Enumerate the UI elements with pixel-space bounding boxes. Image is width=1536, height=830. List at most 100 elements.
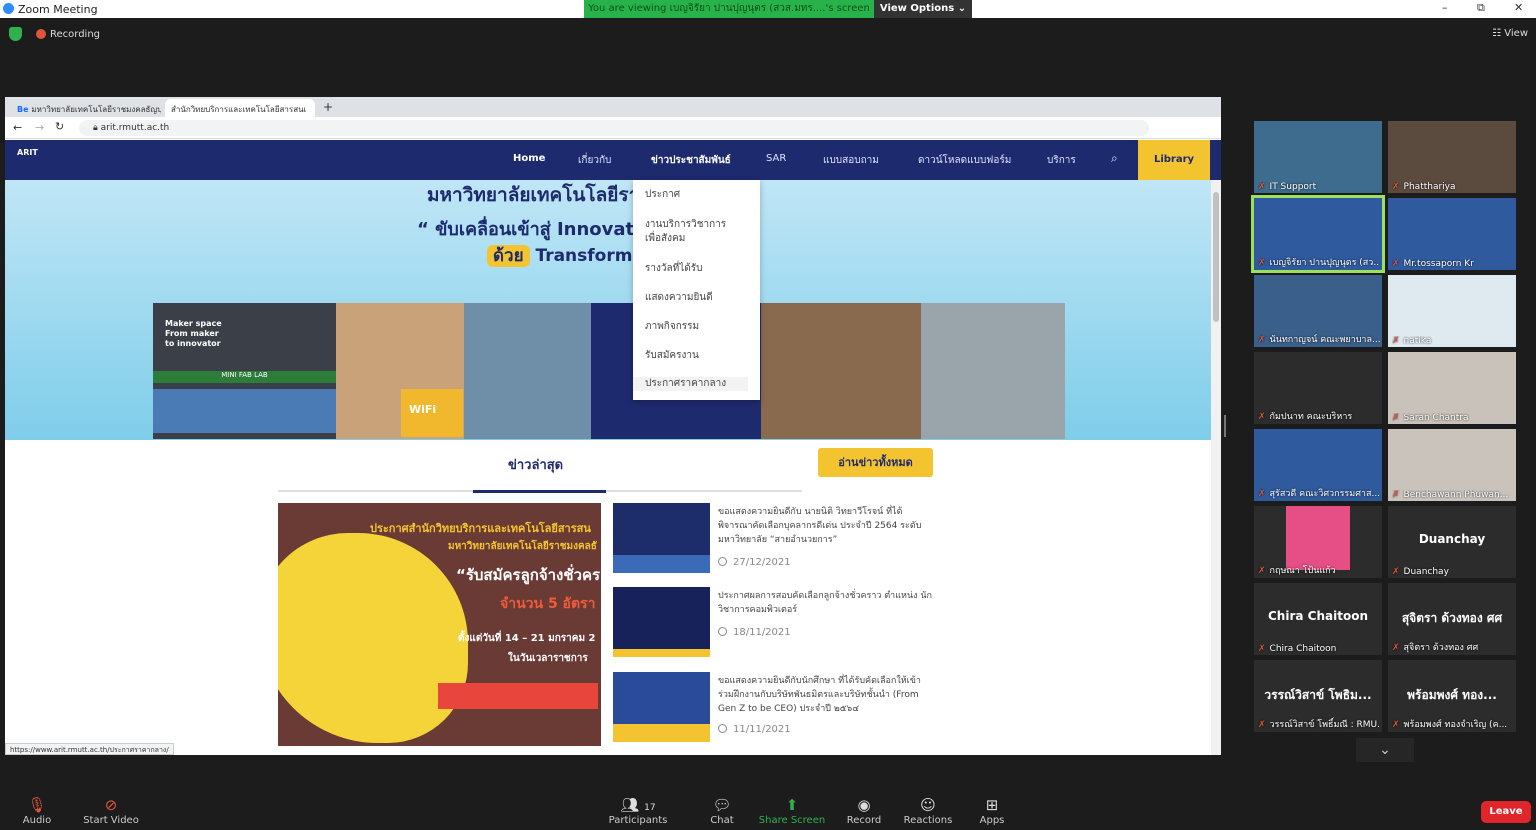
minimize-button[interactable]: – — [1442, 1, 1448, 14]
nav-survey[interactable]: แบบสอบถาม — [823, 153, 879, 168]
nav-services[interactable]: บริการ — [1047, 153, 1076, 168]
dropdown-item-median-price[interactable]: ประกาศราคากลาง — [633, 377, 748, 391]
apps-button[interactable]: ⊞ Apps — [957, 795, 1027, 826]
reactions-button[interactable]: ☺ Reactions — [893, 795, 963, 826]
viewing-banner: You are viewing เบญจิรัยา ปานปุญนุตร (สว… — [584, 0, 874, 18]
page-scrollbar[interactable] — [1211, 180, 1221, 755]
browser-tab[interactable]: Be มหาวิทยาลัยเทคโนโลยีราชมงคลธัญบุรี — [11, 99, 161, 117]
participant-display-name: Chira Chaitoon — [1268, 609, 1368, 623]
security-shield-icon[interactable] — [9, 27, 22, 41]
poster-line-4: จำนวน 5 อัตรา — [500, 596, 596, 612]
browser-tab-active[interactable]: สำนักวิทยบริการและเทคโนโลยีสารสนเ — [165, 99, 315, 117]
mic-muted-icon: ✗ — [1258, 566, 1266, 576]
news-poster-image[interactable]: ประกาศสำนักวิทยบริการและเทคโนโลยีสารสน ม… — [278, 503, 601, 746]
mic-muted-icon: ✗ — [1392, 259, 1400, 269]
forward-icon[interactable]: → — [35, 121, 44, 134]
recording-label: Recording — [50, 29, 101, 40]
news-item[interactable]: ขอแสดงความยินดีกับ นายนิติ วิทยาวีโรจน์ … — [613, 503, 933, 575]
nav-home[interactable]: Home — [513, 153, 545, 164]
news-thumbnail[interactable] — [613, 672, 710, 742]
news-item[interactable]: ประกาศผลการสอบคัดเลือกลูกจ้างชั่วคราว ตำ… — [613, 587, 933, 659]
news-thumbnail[interactable] — [613, 587, 710, 657]
leave-button[interactable]: Leave — [1481, 801, 1531, 823]
facility-collage: Maker space From maker to innovator MINI… — [153, 303, 1065, 439]
mic-muted-icon: ✗ — [1392, 567, 1400, 577]
nav-news[interactable]: ข่าวประชาสัมพันธ์ — [651, 153, 731, 168]
participant-name-label: ✗ Saran Chantra — [1392, 413, 1469, 423]
participant-tile[interactable]: ✗ นันทกาญจน์ คณะพยาบาล... — [1254, 275, 1382, 347]
close-button[interactable]: ✕ — [1514, 1, 1523, 14]
clock-icon — [718, 724, 727, 733]
nav-download-forms[interactable]: ดาวน์โหลดแบบฟอร์ม — [918, 153, 1011, 168]
participant-tile[interactable]: ✗ Benchawann Phuwan... — [1388, 429, 1516, 501]
participant-tile[interactable]: ✗ IT Support — [1254, 121, 1382, 193]
participants-icon: 👥︎ 17 — [620, 796, 656, 814]
participant-name-label: ✗ natika — [1392, 336, 1432, 346]
participant-tile[interactable]: วรรณ์วิสาข์ โพธิม... ✗ วรรณ์วิสาข์ โพธิ์มณ… — [1254, 660, 1382, 732]
site-logo[interactable]: ARIT — [17, 148, 41, 170]
chat-button[interactable]: 💬︎ Chat — [687, 795, 757, 826]
participant-tile[interactable]: ✗ กฤษณา โป้นแก้ว — [1254, 506, 1382, 578]
apps-icon: ⊞ — [985, 796, 999, 814]
view-options-button[interactable]: View Options ⌄ — [874, 0, 972, 18]
search-icon[interactable]: ⌕ — [1111, 151, 1118, 166]
participant-tile[interactable]: ✗ Mr.tossaporn Kr — [1388, 198, 1516, 270]
news-date: 27/12/2021 — [718, 557, 791, 568]
mic-muted-icon: ✗ — [1258, 644, 1266, 654]
record-dot-icon — [36, 29, 46, 39]
hero-line-1: มหาวิทยาลัยเทคโนโลยีรา — [427, 184, 640, 206]
share-screen-button[interactable]: ⬆︎ Share Screen — [757, 795, 827, 826]
chevron-down-icon[interactable]: ⌄ — [1356, 738, 1414, 762]
browser-tab-strip: Be มหาวิทยาลัยเทคโนโลยีราชมงคลธัญบุรี สำ… — [5, 97, 1221, 117]
dropdown-item-congratulations[interactable]: แสดงความยินดี — [645, 291, 713, 305]
news-title[interactable]: ขอแสดงความยินดีกับ นายนิติ วิทยาวีโรจน์ … — [718, 505, 933, 547]
mic-muted-icon: ✗ — [1258, 720, 1266, 730]
mic-muted-icon: ✗ — [1392, 643, 1400, 653]
dropdown-item-activities[interactable]: ภาพกิจกรรม — [645, 320, 699, 334]
participant-tile[interactable]: สุจิตรา ด้วงทอง ศศ ✗ สุจิตรา ด้วงทอง ศศ — [1388, 583, 1516, 655]
record-button[interactable]: ◉ Record — [829, 795, 899, 826]
window-title: Zoom Meeting — [18, 3, 98, 16]
dropdown-item-social-service[interactable]: งานบริการวิชาการ เพื่อสังคม — [645, 218, 726, 246]
participant-tile[interactable]: ✗ เบญจิรัยา ปานปุญนุตร (สว... — [1251, 195, 1385, 273]
participant-tile[interactable]: Chira Chaitoon ✗ Chira Chaitoon — [1254, 583, 1382, 655]
participant-name-label: ✗ สุจิตรา ด้วงทอง ศศ — [1392, 643, 1479, 653]
maximize-button[interactable]: ⧉ — [1477, 1, 1485, 15]
latest-news-heading[interactable]: ข่าวล่าสุด — [508, 454, 563, 475]
participant-name-label: ✗ วรรณ์วิสาข์ โพธิ์มณี : RMU... — [1258, 720, 1380, 730]
participant-tile[interactable]: ✗ กัมปนาท คณะบริหาร — [1254, 352, 1382, 424]
nav-about[interactable]: เกี่ยวกับ — [578, 153, 611, 168]
dropdown-item-awards[interactable]: รางวัลที่ได้รับ — [645, 262, 702, 276]
read-all-news-button[interactable]: อ่านข่าวทั้งหมด — [818, 448, 933, 477]
participant-tile[interactable]: ✗ natika — [1388, 275, 1516, 347]
library-button[interactable]: Library — [1138, 140, 1210, 180]
back-icon[interactable]: ← — [13, 121, 22, 134]
poster-line-2: มหาวิทยาลัยเทคโนโลยีราชมงคลธั — [448, 541, 597, 552]
participant-tile[interactable]: ✗ Saran Chantra — [1388, 352, 1516, 424]
dropdown-item-announcement[interactable]: ประกาศ — [645, 188, 680, 202]
news-thumbnail[interactable] — [613, 503, 710, 573]
reload-icon[interactable]: ↻ — [55, 120, 64, 133]
split-resize-handle[interactable] — [1224, 415, 1226, 437]
site-navbar: ARIT Home เกี่ยวกับ ข่าวประชาสัมพันธ์ SA… — [5, 140, 1221, 180]
view-button[interactable]: ☷ View — [1492, 28, 1528, 39]
news-item[interactable]: ขอแสดงความยินดีกับนักศึกษา ที่ได้รับคัดเ… — [613, 672, 933, 744]
participant-tile[interactable]: พร้อมพงศ์ ทอง... ✗ พร้อมพงศ์ ทองจำเริญ (ค.… — [1388, 660, 1516, 732]
new-tab-icon[interactable]: + — [323, 100, 333, 114]
audio-button[interactable]: 🎙︎ Audio — [2, 795, 72, 826]
recording-indicator[interactable]: Recording — [36, 29, 100, 40]
participant-tile[interactable]: Duanchay ✗ Duanchay — [1388, 506, 1516, 578]
url-field[interactable]: 🔒︎ arit.rmutt.ac.th — [79, 120, 1149, 136]
news-title[interactable]: ขอแสดงความยินดีกับนักศึกษา ที่ได้รับคัดเ… — [718, 674, 933, 716]
poster-line-1: ประกาศสำนักวิทยบริการและเทคโนโลยีสารสน — [370, 522, 591, 535]
participant-display-name: Duanchay — [1418, 532, 1486, 546]
participants-button[interactable]: 👥︎ 17 Participants — [603, 795, 673, 826]
nav-sar[interactable]: SAR — [766, 153, 786, 164]
dropdown-item-jobs[interactable]: รับสมัครงาน — [645, 349, 699, 363]
participant-tile[interactable]: ✗ Phatthariya — [1388, 121, 1516, 193]
participant-tile[interactable]: ✗ สุรัสวดี คณะวิศวกรรมศาส... — [1254, 429, 1382, 501]
start-video-button[interactable]: ⊘ Start Video — [76, 795, 146, 826]
news-title[interactable]: ประกาศผลการสอบคัดเลือกลูกจ้างชั่วคราว ตำ… — [718, 589, 933, 617]
participant-name-label: ✗ สุรัสวดี คณะวิศวกรรมศาส... — [1258, 489, 1380, 499]
mic-muted-icon: ✗ — [1258, 258, 1266, 268]
